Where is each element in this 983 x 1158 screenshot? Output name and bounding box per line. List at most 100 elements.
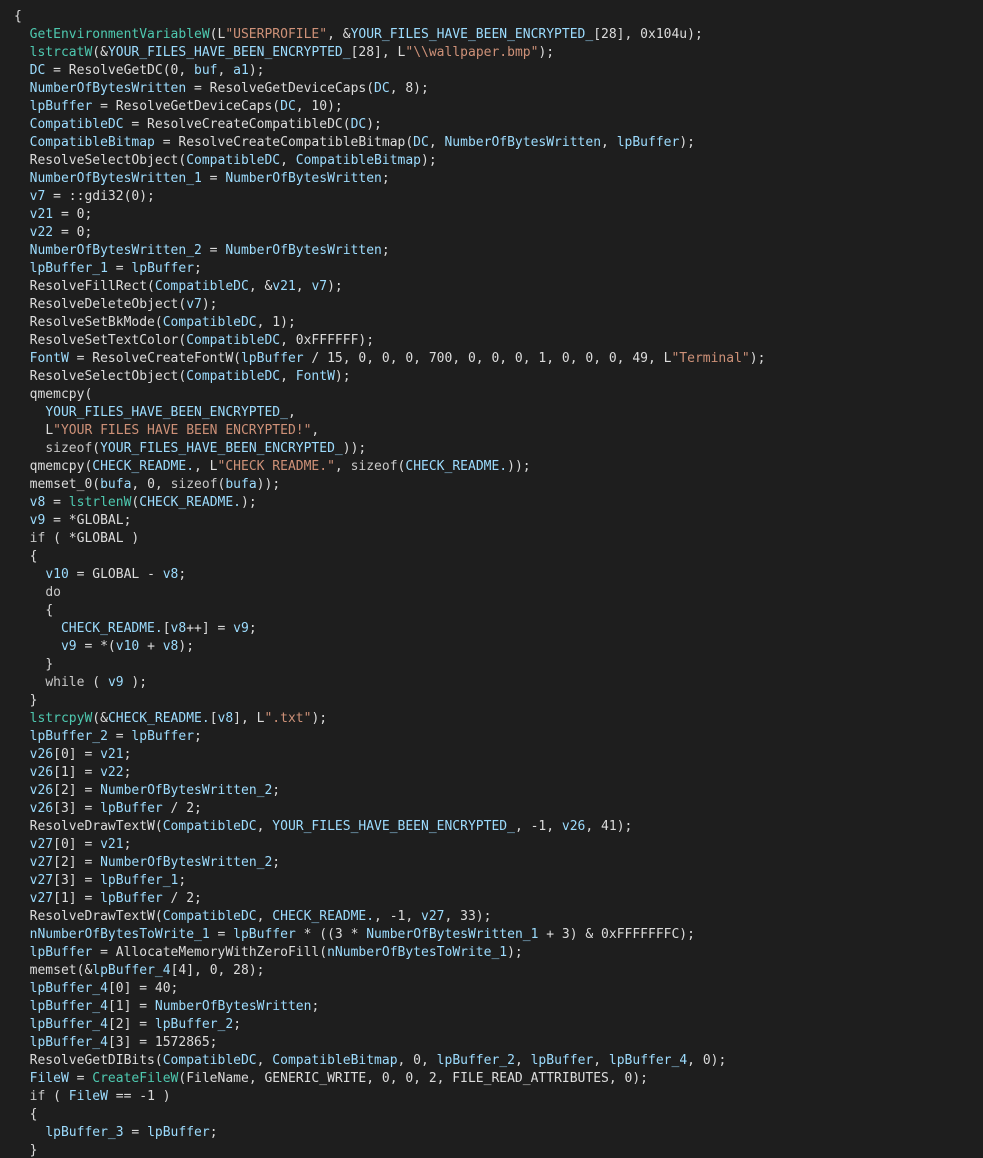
code-token[interactable]: lpBuffer_4 — [30, 981, 108, 996]
code-token[interactable]: v22 — [100, 765, 123, 780]
code-token[interactable]: DC — [351, 117, 367, 132]
code-token[interactable]: v9 — [108, 675, 124, 690]
code-token[interactable]: v27 — [30, 873, 53, 888]
code-token[interactable]: CompatibleBitmap — [272, 1053, 397, 1068]
code-token[interactable]: NumberOfBytesWritten — [225, 243, 382, 258]
code-token[interactable]: NumberOfBytesWritten_2 — [100, 783, 272, 798]
code-token[interactable]: NumberOfBytesWritten — [30, 81, 187, 96]
code-token[interactable]: lpBuffer — [617, 135, 680, 150]
code-token[interactable]: v8 — [163, 567, 179, 582]
code-token[interactable]: v27 — [30, 855, 53, 870]
code-token[interactable]: lpBuffer_4 — [30, 999, 108, 1014]
code-token[interactable]: lpBuffer — [241, 351, 304, 366]
code-token[interactable]: YOUR_FILES_HAVE_BEEN_ENCRYPTED_ — [108, 45, 351, 60]
code-token[interactable]: nNumberOfBytesToWrite_1 — [30, 927, 210, 942]
code-token[interactable]: lstrcatW — [30, 45, 93, 60]
code-token[interactable]: FontW — [30, 351, 69, 366]
code-token[interactable]: lpBuffer_2 — [30, 729, 108, 744]
code-token[interactable]: lpBuffer_2 — [155, 1017, 233, 1032]
code-token[interactable]: v21 — [30, 207, 53, 222]
code-token[interactable]: lpBuffer_1 — [30, 261, 108, 276]
code-token[interactable]: lpBuffer_4 — [609, 1053, 687, 1068]
code-token[interactable]: FileW — [30, 1071, 69, 1086]
code-token[interactable]: DC — [413, 135, 429, 150]
code-token[interactable]: NumberOfBytesWritten — [155, 999, 312, 1014]
code-token[interactable]: v26 — [30, 747, 53, 762]
code-token[interactable]: lpBuffer_4 — [92, 963, 170, 978]
code-token[interactable]: v27 — [30, 837, 53, 852]
code-token[interactable]: GetEnvironmentVariableW — [30, 27, 210, 42]
code-token[interactable]: DC — [30, 63, 46, 78]
code-token[interactable]: v7 — [186, 297, 202, 312]
code-token[interactable]: lpBuffer — [233, 927, 296, 942]
code-token[interactable]: FileW — [69, 1089, 108, 1104]
code-token[interactable]: v7 — [311, 279, 327, 294]
code-token[interactable]: NumberOfBytesWritten — [444, 135, 601, 150]
code-token[interactable]: v8 — [163, 639, 179, 654]
code-token[interactable]: v21 — [100, 747, 123, 762]
code-token[interactable]: lpBuffer — [100, 801, 163, 816]
code-token[interactable]: lpBuffer_4 — [30, 1017, 108, 1032]
code-token[interactable]: v26 — [30, 765, 53, 780]
code-token[interactable]: v21 — [272, 279, 295, 294]
code-token[interactable]: CHECK_README. — [92, 459, 194, 474]
code-token[interactable]: lpBuffer — [131, 261, 194, 276]
code-token[interactable]: CompatibleDC — [163, 819, 257, 834]
code-token[interactable]: lpBuffer — [30, 99, 93, 114]
code-token[interactable]: lpBuffer_3 — [45, 1125, 123, 1140]
code-token[interactable]: CompatibleBitmap — [296, 153, 421, 168]
code-token[interactable]: NumberOfBytesWritten_2 — [100, 855, 272, 870]
code-token[interactable]: v26 — [30, 801, 53, 816]
code-token[interactable]: v22 — [30, 225, 53, 240]
code-token[interactable]: CHECK_README. — [61, 621, 163, 636]
code-token[interactable]: CreateFileW — [92, 1071, 178, 1086]
code-token[interactable]: v21 — [100, 837, 123, 852]
code-token[interactable]: lpBuffer — [30, 945, 93, 960]
code-token[interactable]: bufa — [100, 477, 131, 492]
code-token[interactable]: lpBuffer_1 — [100, 873, 178, 888]
code-token[interactable]: lpBuffer — [147, 1125, 210, 1140]
code-token[interactable]: NumberOfBytesWritten_1 — [366, 927, 538, 942]
code-token[interactable]: buf — [194, 63, 217, 78]
code-token[interactable]: v7 — [30, 189, 46, 204]
code-token[interactable]: lstrcpyW — [30, 711, 93, 726]
code-token[interactable]: CompatibleBitmap — [30, 135, 155, 150]
code-token[interactable]: CompatibleDC — [163, 1053, 257, 1068]
code-token[interactable]: YOUR_FILES_HAVE_BEEN_ENCRYPTED_ — [45, 405, 288, 420]
code-token[interactable]: CompatibleDC — [163, 909, 257, 924]
code-token[interactable]: YOUR_FILES_HAVE_BEEN_ENCRYPTED_ — [100, 441, 343, 456]
code-token[interactable]: lpBuffer_4 — [30, 1035, 108, 1050]
code-token[interactable]: lpBuffer — [100, 891, 163, 906]
code-token[interactable]: v9 — [233, 621, 249, 636]
code-token[interactable]: NumberOfBytesWritten_2 — [30, 243, 202, 258]
code-token[interactable]: v8 — [218, 711, 234, 726]
code-token[interactable]: v27 — [30, 891, 53, 906]
code-token[interactable]: lpBuffer — [131, 729, 194, 744]
code-token[interactable]: CompatibleDC — [30, 117, 124, 132]
code-token[interactable]: v27 — [421, 909, 444, 924]
code-token[interactable]: CompatibleDC — [155, 279, 249, 294]
code-token[interactable]: CompatibleDC — [163, 315, 257, 330]
code-token[interactable]: CHECK_README. — [108, 711, 210, 726]
code-token[interactable]: v10 — [116, 639, 139, 654]
code-token[interactable]: YOUR_FILES_HAVE_BEEN_ENCRYPTED_ — [272, 819, 515, 834]
code-token[interactable]: bufa — [225, 477, 256, 492]
code-token[interactable]: v8 — [171, 621, 187, 636]
code-token[interactable]: DC — [374, 81, 390, 96]
code-token[interactable]: CompatibleDC — [186, 333, 280, 348]
code-token[interactable]: nNumberOfBytesToWrite_1 — [327, 945, 507, 960]
code-token[interactable]: lpBuffer_2 — [437, 1053, 515, 1068]
code-token[interactable]: NumberOfBytesWritten_1 — [30, 171, 202, 186]
code-token[interactable]: CHECK_README. — [139, 495, 241, 510]
code-token[interactable]: CompatibleDC — [186, 153, 280, 168]
code-token[interactable]: v9 — [30, 513, 46, 528]
code-token[interactable]: v9 — [61, 639, 77, 654]
code-token[interactable]: lpBuffer — [531, 1053, 594, 1068]
code-token[interactable]: CompatibleDC — [186, 369, 280, 384]
code-token[interactable]: NumberOfBytesWritten — [225, 171, 382, 186]
code-token[interactable]: YOUR_FILES_HAVE_BEEN_ENCRYPTED_ — [351, 27, 594, 42]
code-token[interactable]: lstrlenW — [69, 495, 132, 510]
code-token[interactable]: FontW — [296, 369, 335, 384]
code-token[interactable]: a1 — [233, 63, 249, 78]
code-token[interactable]: v26 — [562, 819, 585, 834]
